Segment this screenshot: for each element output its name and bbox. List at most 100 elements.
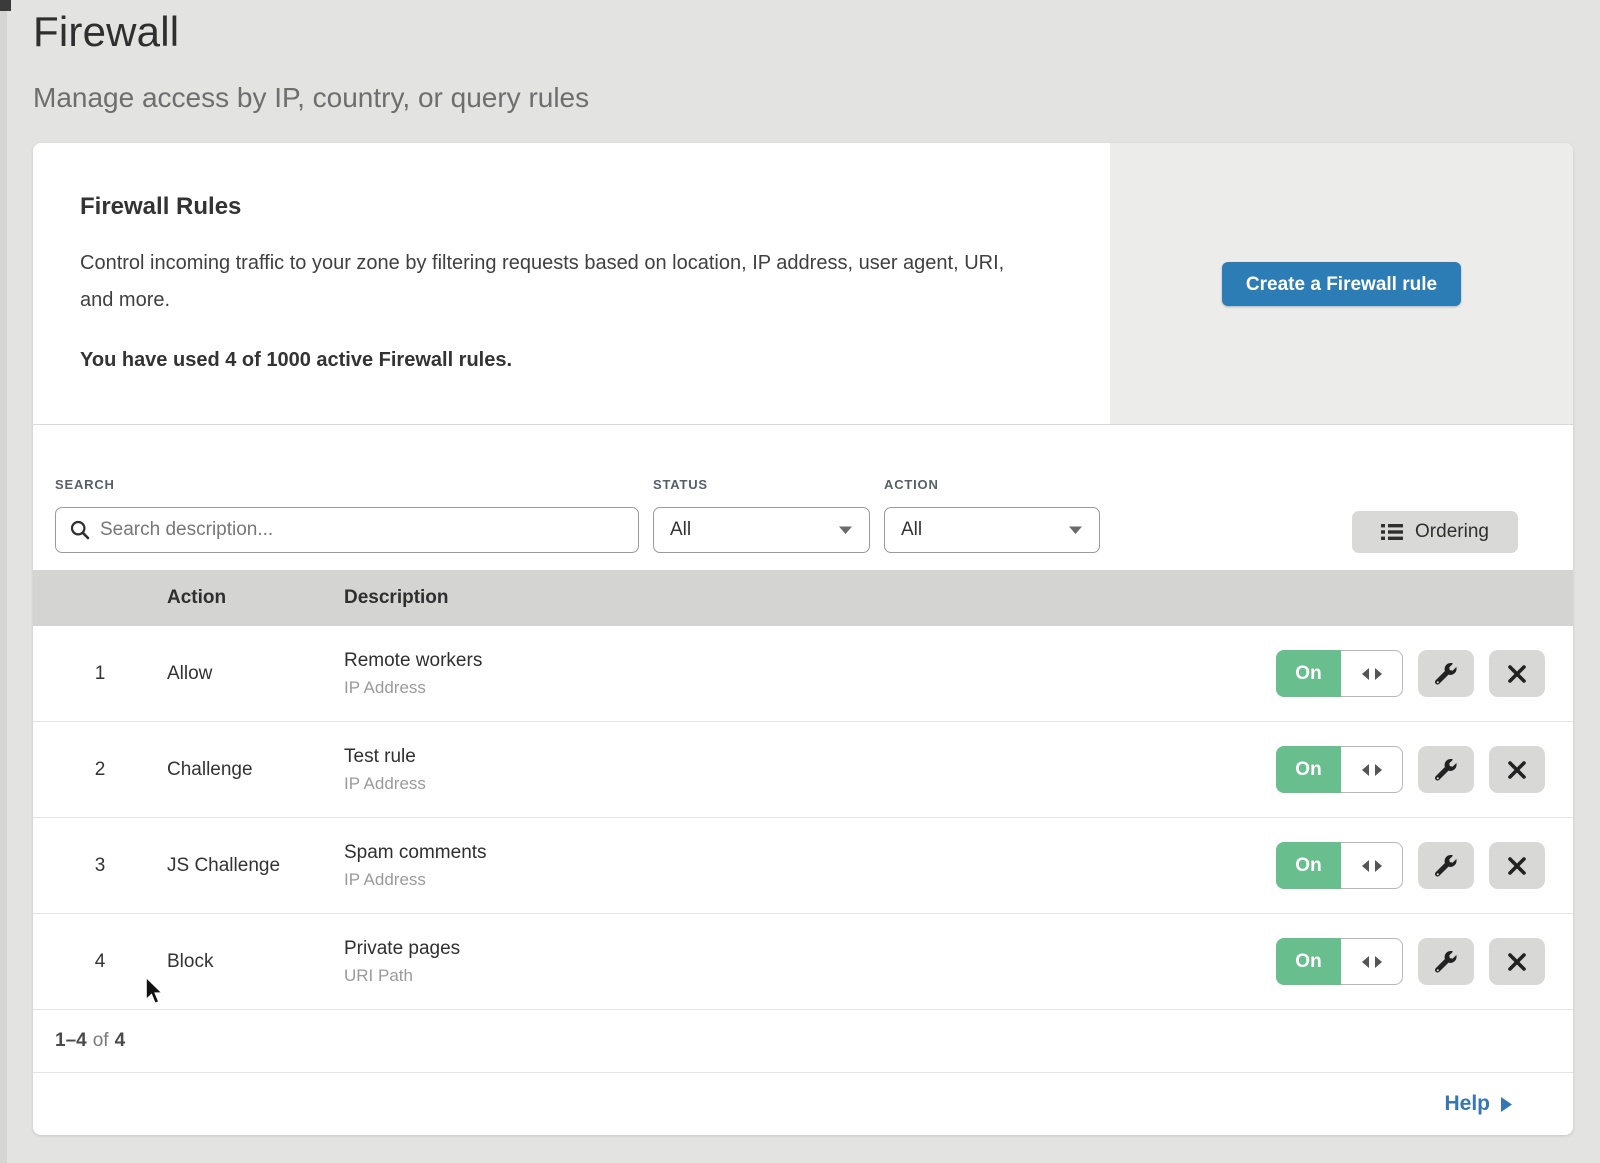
usage-summary: You have used 4 of 1000 active Firewall … xyxy=(80,349,1070,372)
search-input[interactable] xyxy=(100,519,624,541)
pagination-range: 1–4 xyxy=(55,1030,87,1052)
page-title: Firewall xyxy=(33,8,1600,56)
rule-enabled-toggle[interactable]: On xyxy=(1276,938,1403,985)
wrench-icon xyxy=(1435,759,1457,781)
window-left-edge xyxy=(0,0,7,1163)
rule-match-type: IP Address xyxy=(344,678,1276,698)
left-right-arrows-icon xyxy=(1361,763,1383,777)
rule-enabled-toggle[interactable]: On xyxy=(1276,746,1403,793)
action-label: ACTION xyxy=(884,477,1100,492)
pagination: 1–4 of 4 xyxy=(33,1010,1573,1073)
page-header: Firewall Manage access by IP, country, o… xyxy=(0,0,1600,114)
close-icon xyxy=(1507,760,1527,780)
status-select[interactable]: All xyxy=(653,507,870,553)
pagination-total: 4 xyxy=(115,1030,126,1052)
toggle-on-label: On xyxy=(1276,842,1341,889)
rule-controls: On xyxy=(1276,746,1573,793)
rule-priority: 1 xyxy=(33,663,167,685)
search-icon xyxy=(70,520,90,540)
chevron-down-icon xyxy=(1068,525,1083,535)
ordering-button-label: Ordering xyxy=(1415,521,1489,543)
rule-description: Remote workers xyxy=(344,650,1276,672)
toggle-on-label: On xyxy=(1276,746,1341,793)
rule-match-type: URI Path xyxy=(344,966,1276,986)
search-box[interactable] xyxy=(55,507,639,553)
table-row: 2 Challenge Test rule IP Address On xyxy=(33,722,1573,818)
rule-priority: 2 xyxy=(33,759,167,781)
rule-match-type: IP Address xyxy=(344,774,1276,794)
wrench-icon xyxy=(1435,663,1457,685)
rule-controls: On xyxy=(1276,938,1573,985)
delete-rule-button[interactable] xyxy=(1489,650,1545,697)
rule-priority: 3 xyxy=(33,855,167,877)
rule-description-cell: Remote workers IP Address xyxy=(344,650,1276,698)
ordered-list-icon xyxy=(1381,523,1403,541)
left-right-arrows-icon xyxy=(1361,859,1383,873)
arrow-right-icon xyxy=(1500,1096,1513,1113)
rule-controls: On xyxy=(1276,842,1573,889)
help-link[interactable]: Help xyxy=(1444,1092,1513,1116)
close-icon xyxy=(1507,664,1527,684)
edit-rule-button[interactable] xyxy=(1418,650,1474,697)
close-icon xyxy=(1507,952,1527,972)
toggle-on-label: On xyxy=(1276,938,1341,985)
firewall-rules-card: Firewall Rules Control incoming traffic … xyxy=(33,143,1573,1135)
delete-rule-button[interactable] xyxy=(1489,842,1545,889)
edit-rule-button[interactable] xyxy=(1418,746,1474,793)
help-link-label: Help xyxy=(1444,1092,1490,1116)
status-select-value: All xyxy=(670,519,691,541)
delete-rule-button[interactable] xyxy=(1489,938,1545,985)
edit-rule-button[interactable] xyxy=(1418,842,1474,889)
intro-text-block: Firewall Rules Control incoming traffic … xyxy=(33,143,1110,424)
rule-action: Block xyxy=(167,951,344,973)
table-header: Action Description xyxy=(33,570,1573,626)
table-row: 3 JS Challenge Spam comments IP Address … xyxy=(33,818,1573,914)
rule-action: JS Challenge xyxy=(167,855,344,877)
section-description: Control incoming traffic to your zone by… xyxy=(80,245,1030,319)
create-rule-panel: Create a Firewall rule xyxy=(1110,143,1573,424)
rule-controls: On xyxy=(1276,650,1573,697)
action-select-value: All xyxy=(901,519,922,541)
status-label: STATUS xyxy=(653,477,870,492)
left-right-arrows-icon xyxy=(1361,955,1383,969)
close-icon xyxy=(1507,856,1527,876)
rule-priority: 4 xyxy=(33,951,167,973)
action-column-header: Action xyxy=(167,587,344,609)
rule-enabled-toggle[interactable]: On xyxy=(1276,650,1403,697)
rule-enabled-toggle[interactable]: On xyxy=(1276,842,1403,889)
search-label: SEARCH xyxy=(55,477,639,492)
card-footer: Help xyxy=(33,1073,1573,1135)
page-subtitle: Manage access by IP, country, or query r… xyxy=(33,82,1600,114)
toggle-handle[interactable] xyxy=(1341,938,1403,985)
toggle-handle[interactable] xyxy=(1341,842,1403,889)
table-row: 4 Block Private pages URI Path On xyxy=(33,914,1573,1010)
toggle-on-label: On xyxy=(1276,650,1341,697)
chevron-down-icon xyxy=(838,525,853,535)
rule-description: Private pages xyxy=(344,938,1276,960)
ordering-button[interactable]: Ordering xyxy=(1352,511,1518,553)
intro-section: Firewall Rules Control incoming traffic … xyxy=(33,143,1573,425)
rule-description-cell: Private pages URI Path xyxy=(344,938,1276,986)
status-field-group: STATUS All xyxy=(653,477,870,553)
rule-description-cell: Test rule IP Address xyxy=(344,746,1276,794)
rule-match-type: IP Address xyxy=(344,870,1276,890)
search-field-group: SEARCH xyxy=(55,477,639,553)
window-corner-mark xyxy=(0,0,11,11)
pagination-of: of xyxy=(93,1030,109,1052)
left-right-arrows-icon xyxy=(1361,667,1383,681)
action-select[interactable]: All xyxy=(884,507,1100,553)
create-firewall-rule-button[interactable]: Create a Firewall rule xyxy=(1222,262,1461,306)
section-title: Firewall Rules xyxy=(80,193,1070,221)
rule-action: Allow xyxy=(167,663,344,685)
edit-rule-button[interactable] xyxy=(1418,938,1474,985)
wrench-icon xyxy=(1435,951,1457,973)
toggle-handle[interactable] xyxy=(1341,650,1403,697)
rule-action: Challenge xyxy=(167,759,344,781)
table-row: 1 Allow Remote workers IP Address On xyxy=(33,626,1573,722)
wrench-icon xyxy=(1435,855,1457,877)
rule-description: Test rule xyxy=(344,746,1276,768)
description-column-header: Description xyxy=(344,587,1573,609)
delete-rule-button[interactable] xyxy=(1489,746,1545,793)
rule-description: Spam comments xyxy=(344,842,1276,864)
toggle-handle[interactable] xyxy=(1341,746,1403,793)
